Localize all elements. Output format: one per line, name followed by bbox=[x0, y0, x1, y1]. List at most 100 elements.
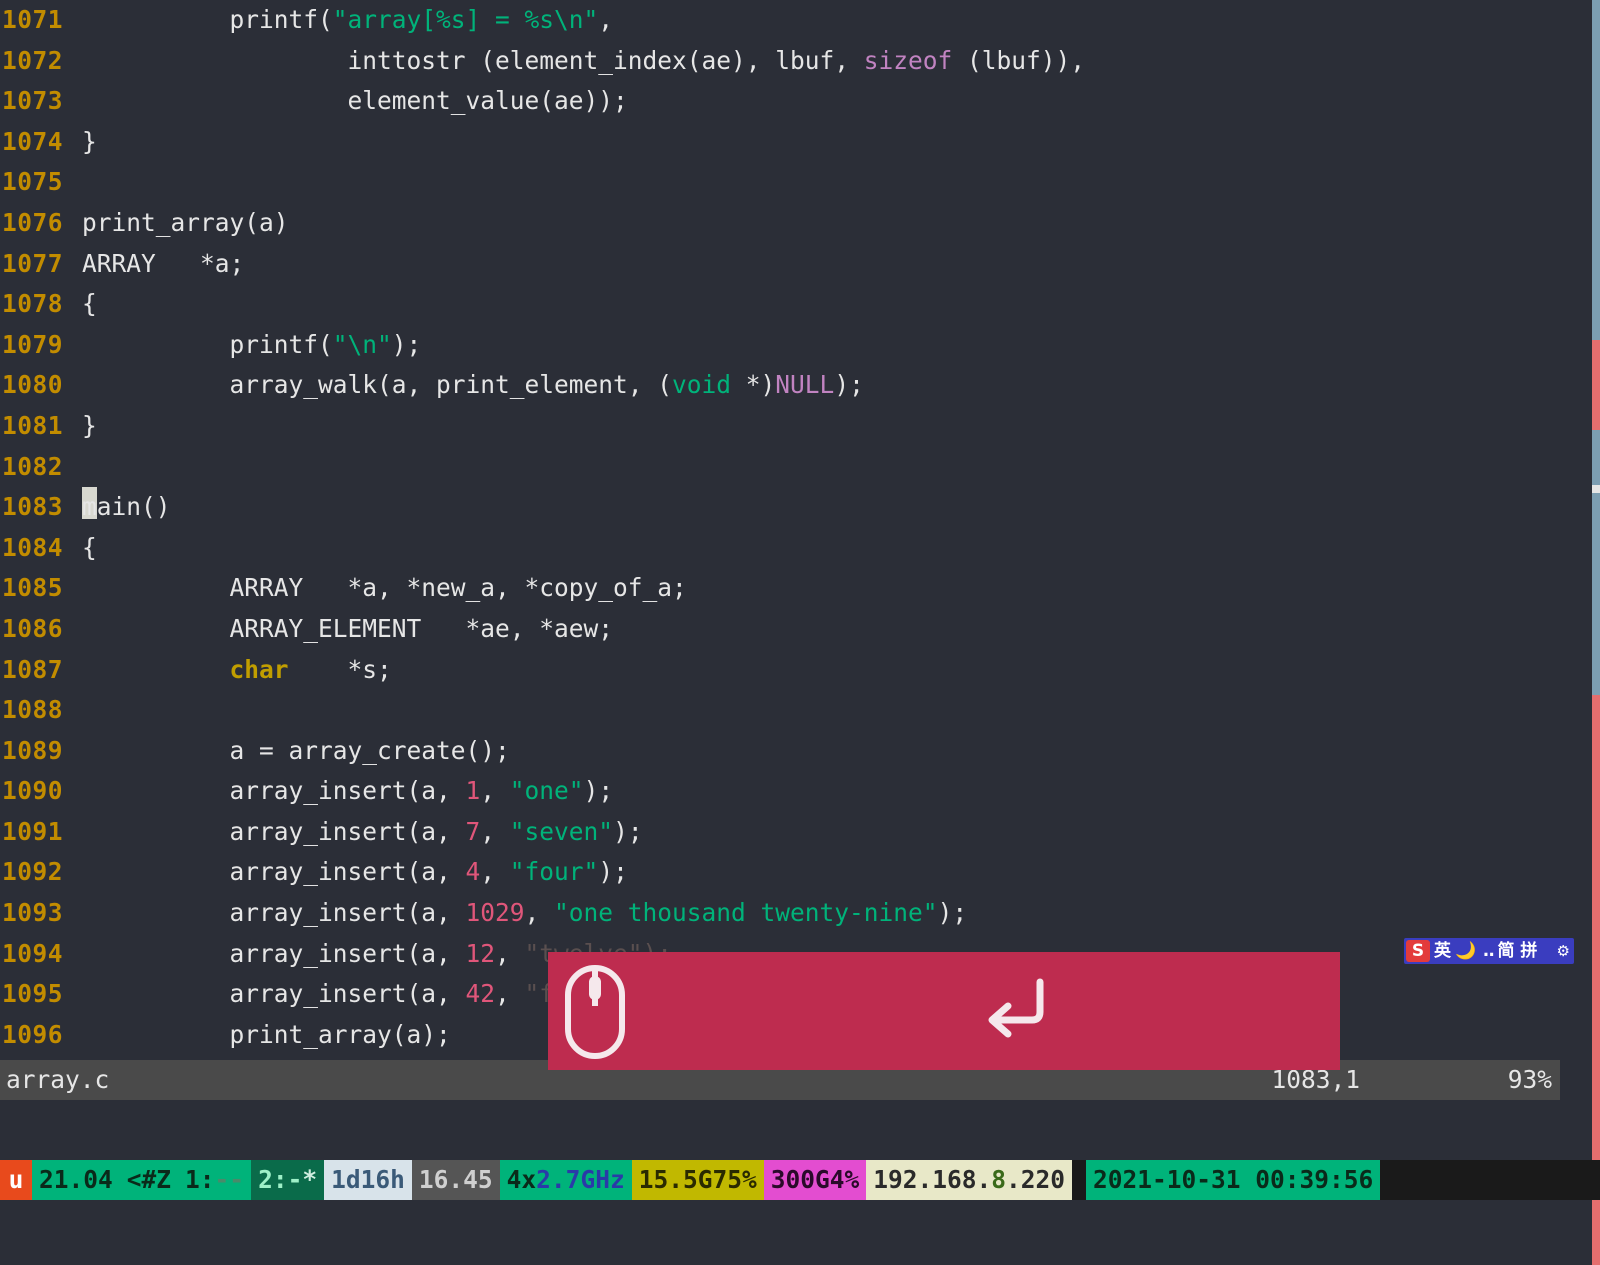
line-number: 1095 bbox=[0, 974, 82, 1015]
ime-dots-icon: ‥ bbox=[1483, 938, 1494, 964]
code-line[interactable]: printf("array[%s] = %s\n", bbox=[82, 0, 1560, 41]
code-token: ); bbox=[613, 817, 643, 846]
line-number: 1072 bbox=[0, 41, 82, 82]
mouse-left-click-icon bbox=[560, 962, 630, 1062]
line-number: 1093 bbox=[0, 893, 82, 934]
ime-mode: 简 拼 bbox=[1498, 938, 1538, 964]
code-token: ); bbox=[584, 776, 614, 805]
tmux-window-index: 1: bbox=[185, 1165, 215, 1194]
line-number: 1096 bbox=[0, 1015, 82, 1056]
code-token: NULL bbox=[775, 370, 834, 399]
code-token: , bbox=[480, 817, 510, 846]
code-line[interactable]: } bbox=[82, 122, 1560, 163]
code-line[interactable]: inttostr (element_index(ae), lbuf, sizeo… bbox=[82, 41, 1560, 82]
editor-pane[interactable]: 1071107210731074107510761077107810791080… bbox=[0, 0, 1560, 1060]
code-line[interactable]: array_insert(a, 1029, "one thousand twen… bbox=[82, 893, 1560, 934]
code-token: , bbox=[480, 776, 510, 805]
code-token: *s; bbox=[289, 655, 392, 684]
tmux-clock: 2021-10-31 00:39:56 bbox=[1086, 1160, 1380, 1200]
tmux-ip-seg: 8 bbox=[991, 1165, 1006, 1194]
tmux-cpu: 4x2.7GHz bbox=[500, 1160, 632, 1200]
code-line[interactable]: print_array(a) bbox=[82, 203, 1560, 244]
code-line[interactable]: array_insert(a, 4, "four"); bbox=[82, 852, 1560, 893]
vim-scroll-percent: 93% bbox=[1508, 1060, 1552, 1100]
tmux-cpu-freq: 2.7 bbox=[536, 1165, 580, 1194]
code-line[interactable]: } bbox=[82, 406, 1560, 447]
code-line[interactable] bbox=[82, 447, 1560, 488]
code-token: , bbox=[495, 979, 525, 1008]
code-line[interactable] bbox=[82, 162, 1560, 203]
stripe-region bbox=[1592, 0, 1600, 340]
moon-icon: 🌙 bbox=[1455, 938, 1476, 964]
code-token: 4 bbox=[466, 857, 481, 886]
code-line[interactable]: array_walk(a, print_element, (void *)NUL… bbox=[82, 365, 1560, 406]
vim-filename: array.c bbox=[6, 1060, 109, 1100]
code-line[interactable]: ARRAY_ELEMENT *ae, *aew; bbox=[82, 609, 1560, 650]
code-line[interactable]: element_value(ae)); bbox=[82, 81, 1560, 122]
code-line[interactable] bbox=[82, 690, 1560, 731]
code-token: *) bbox=[731, 370, 775, 399]
tmux-window-1[interactable]: 1:-- bbox=[178, 1160, 251, 1200]
tmux-uptime: 1d16h bbox=[324, 1160, 412, 1200]
code-token: "four" bbox=[510, 857, 599, 886]
code-token: } bbox=[82, 127, 97, 156]
code-line[interactable]: ARRAY *a; bbox=[82, 244, 1560, 285]
enter-key-icon bbox=[978, 972, 1058, 1052]
line-number: 1077 bbox=[0, 244, 82, 285]
scrollbar-stripe[interactable] bbox=[1592, 0, 1600, 1086]
tmux-os-version: 21.04 bbox=[32, 1160, 120, 1200]
line-number-gutter: 1071107210731074107510761077107810791080… bbox=[0, 0, 82, 1060]
code-token: { bbox=[82, 289, 97, 318]
code-token: ARRAY_ELEMENT *ae, *aew; bbox=[82, 614, 613, 643]
line-number: 1084 bbox=[0, 528, 82, 569]
code-line[interactable]: ARRAY *a, *new_a, *copy_of_a; bbox=[82, 568, 1560, 609]
code-token: "one thousand twenty-nine" bbox=[554, 898, 938, 927]
code-area[interactable]: printf("array[%s] = %s\n", inttostr (ele… bbox=[82, 0, 1560, 1060]
code-line[interactable]: a = array_create(); bbox=[82, 731, 1560, 772]
line-number: 1094 bbox=[0, 934, 82, 975]
code-line[interactable]: array_insert(a, 1, "one"); bbox=[82, 771, 1560, 812]
ime-indicator[interactable]: S 英 🌙 ‥ 简 拼 ⚙ bbox=[1404, 938, 1574, 964]
tmux-ip-seg: .220 bbox=[1006, 1165, 1065, 1194]
code-token: ); bbox=[834, 370, 864, 399]
tmux-active-marker: * bbox=[302, 1165, 317, 1194]
code-line[interactable]: { bbox=[82, 284, 1560, 325]
tmux-window-2-active[interactable]: 2:-* bbox=[251, 1160, 324, 1200]
code-line[interactable]: array_insert(a, 7, "seven"); bbox=[82, 812, 1560, 853]
code-line[interactable]: printf("\n"); bbox=[82, 325, 1560, 366]
line-number: 1074 bbox=[0, 122, 82, 163]
tmux-window-name: - bbox=[288, 1165, 303, 1194]
ime-language: 英 bbox=[1434, 938, 1451, 964]
code-token bbox=[82, 655, 230, 684]
tmux-cpu-x: x bbox=[521, 1165, 536, 1194]
ime-sogou-icon: S bbox=[1406, 940, 1430, 962]
code-token: , bbox=[598, 5, 613, 34]
line-number: 1088 bbox=[0, 690, 82, 731]
tmux-prefix-indicator: u bbox=[0, 1160, 32, 1200]
code-token: print_array(a); bbox=[82, 1020, 451, 1049]
tmux-loadavg: 16.45 bbox=[412, 1160, 500, 1200]
gear-icon[interactable]: ⚙ bbox=[1557, 938, 1570, 964]
code-line[interactable]: main() bbox=[82, 487, 1560, 528]
tmux-window-index: 2: bbox=[258, 1165, 288, 1194]
line-number: 1090 bbox=[0, 771, 82, 812]
line-number: 1079 bbox=[0, 325, 82, 366]
tmux-cpu-cores: 4 bbox=[507, 1165, 522, 1194]
tmux-status-bar: u 21.04 <#Z 1:-- 2:-* 1d16h 16.45 4x2.7G… bbox=[0, 1160, 1600, 1200]
line-number: 1076 bbox=[0, 203, 82, 244]
code-token: "one" bbox=[510, 776, 584, 805]
code-token: (lbuf)), bbox=[952, 46, 1085, 75]
code-token: "seven" bbox=[510, 817, 613, 846]
line-number: 1083 bbox=[0, 487, 82, 528]
line-number: 1082 bbox=[0, 447, 82, 488]
code-line[interactable]: char *s; bbox=[82, 650, 1560, 691]
code-token: array_walk(a, print_element, ( bbox=[82, 370, 672, 399]
code-token: ARRAY *a; bbox=[82, 249, 244, 278]
code-token: "array[%s] = %s\n" bbox=[333, 5, 599, 34]
code-token: a = array_create(); bbox=[82, 736, 510, 765]
tmux-gpu: 300G4% bbox=[764, 1160, 867, 1200]
code-line[interactable]: { bbox=[82, 528, 1560, 569]
code-token: 7 bbox=[466, 817, 481, 846]
line-number: 1075 bbox=[0, 162, 82, 203]
code-token: char bbox=[230, 655, 289, 684]
